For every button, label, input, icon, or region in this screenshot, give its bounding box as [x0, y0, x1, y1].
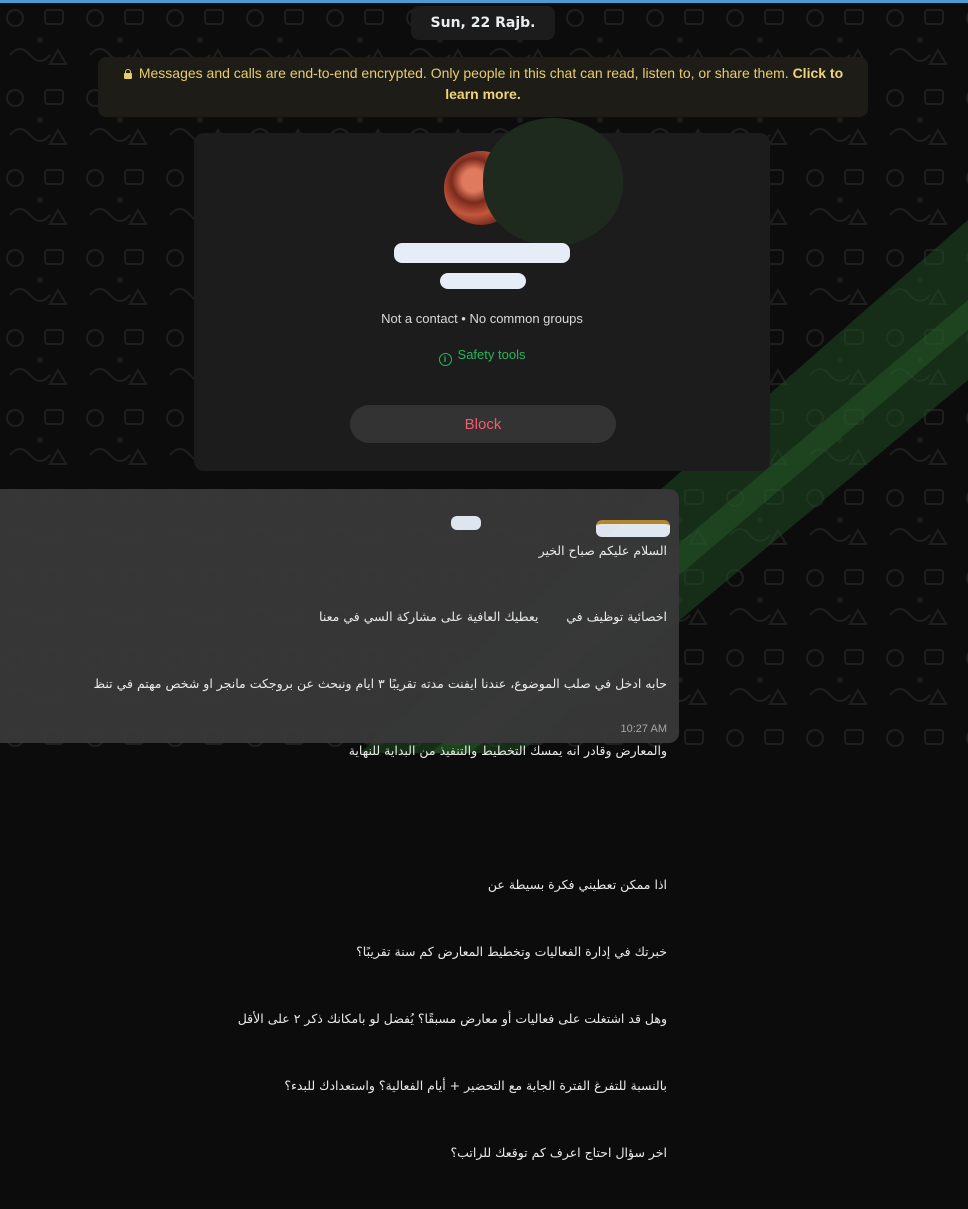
- message-line: السلام عليكم صباح الخير: [538, 542, 667, 558]
- message-text: السلام عليكم صباح الخير اخصائية توظيف في…: [0, 495, 667, 1209]
- encryption-notice[interactable]: Messages and calls are end-to-end encryp…: [98, 57, 868, 117]
- encryption-text: Messages and calls are end-to-end encryp…: [138, 65, 789, 81]
- safety-tools-label: Safety tools: [457, 347, 526, 362]
- safety-tools-link[interactable]: i Safety tools: [194, 347, 770, 366]
- incoming-message-bubble[interactable]: السلام عليكم صباح الخير اخصائية توظيف في…: [0, 489, 679, 1160]
- redacted-name: [394, 243, 570, 263]
- message-line: اخصائية توظيف في يعطيك العافية على مشارك…: [319, 609, 667, 625]
- redacted-name-highlight: [596, 520, 670, 537]
- redacted-company: [451, 516, 481, 530]
- redacted-overlay: [483, 118, 623, 246]
- date-divider: Sun, 22 Rajb.: [411, 6, 555, 40]
- redacted-number: [440, 273, 526, 289]
- message-line: بالنسبة للتفرغ الفترة الجاية مع التحضير …: [284, 1077, 667, 1093]
- message-timestamp: 10:27 AM: [620, 723, 667, 735]
- lock-icon: [123, 69, 133, 79]
- contact-info-card: Not a contact • No common groups i Safety…: [194, 118, 770, 471]
- window-top-border: [0, 0, 968, 3]
- message-line: [0, 807, 667, 829]
- info-icon: i: [438, 353, 452, 366]
- message-line: حابه ادخل في صلب الموضوع، عندنا ايفنت مد…: [93, 676, 667, 692]
- message-line: خبرتك في إدارة الفعاليات وتخطيط المعارض …: [356, 943, 667, 959]
- message-line: اذا ممكن تعطيني فكرة بسيطة عن: [487, 877, 667, 893]
- message-line: والمعارض وقادر انه يمسك التخطيط والتنفيذ…: [348, 743, 667, 759]
- contact-status: Not a contact • No common groups: [381, 311, 583, 326]
- message-line: اخر سؤال احتاج اعرف كم توقعك للراتب؟: [450, 1144, 667, 1160]
- message-line: وهل قد اشتغلت على فعاليات أو معارض مسبقً…: [237, 1010, 667, 1026]
- block-button[interactable]: Block: [350, 405, 616, 443]
